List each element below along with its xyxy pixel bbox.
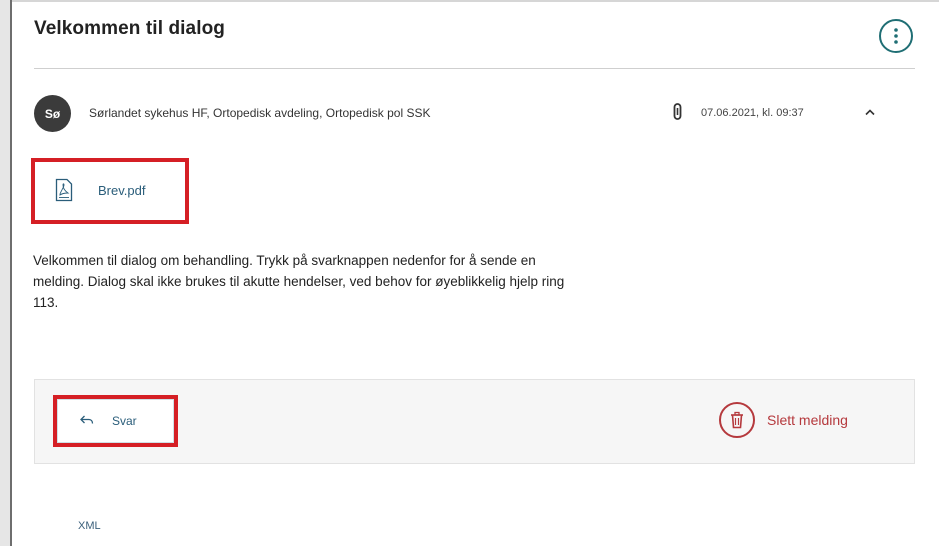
window-top-edge bbox=[12, 0, 939, 2]
paperclip-icon bbox=[673, 103, 682, 126]
more-options-button[interactable] bbox=[879, 19, 913, 53]
attachment-highlight-box bbox=[31, 158, 189, 224]
delete-button-label: Slett melding bbox=[767, 412, 848, 428]
sender-avatar: Sø bbox=[34, 95, 71, 132]
dialog-title: Velkommen til dialog bbox=[34, 18, 225, 39]
header-divider bbox=[34, 68, 915, 69]
reply-highlight-box bbox=[53, 395, 178, 447]
vertical-dots-icon bbox=[894, 28, 898, 44]
collapse-message-button[interactable] bbox=[860, 104, 880, 120]
message-date: 07.06.2021, kl. 09:37 bbox=[701, 107, 804, 119]
message-body: Velkommen til dialog om behandling. Tryk… bbox=[33, 253, 565, 310]
sender-name: Sørlandet sykehus HF, Ortopedisk avdelin… bbox=[89, 106, 431, 120]
window-left-edge bbox=[0, 0, 12, 546]
xml-link[interactable]: XML bbox=[78, 520, 101, 532]
chevron-up-icon bbox=[864, 103, 876, 121]
avatar-initials: Sø bbox=[44, 106, 61, 121]
delete-message-button[interactable]: Slett melding bbox=[719, 402, 848, 438]
trash-icon bbox=[719, 402, 755, 438]
